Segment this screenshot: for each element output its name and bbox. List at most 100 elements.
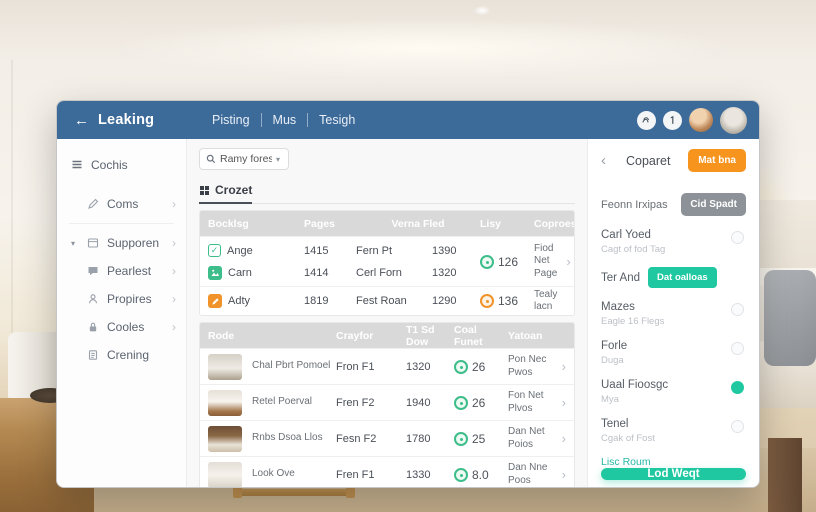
table-row[interactable]: Retel Poerval Fren F2 1940 26 Fon Net Pl… bbox=[200, 384, 574, 420]
badge-value: 136 bbox=[498, 294, 518, 308]
sidebar-item-cochis[interactable]: Cochis bbox=[57, 152, 186, 178]
table-row[interactable]: Rnbs Dsoa Llos Fesn F2 1780 25 Dan Net P… bbox=[200, 420, 574, 456]
room-thumbnail bbox=[208, 354, 242, 380]
gray-pillow bbox=[764, 270, 816, 366]
chevron-right-icon[interactable]: › bbox=[563, 254, 570, 269]
sidebar-item-supporen[interactable]: ▾ Supporen › bbox=[57, 229, 186, 257]
checkbox-checked-icon[interactable]: ✓ bbox=[208, 244, 221, 257]
option-mazes[interactable]: Mazes Eagle 16 Flegs bbox=[601, 301, 746, 327]
row-number: 1414 bbox=[304, 267, 328, 279]
row-action-label: Tealy lacn bbox=[534, 289, 566, 314]
room-category: Fesn F2 bbox=[336, 433, 376, 445]
table-row[interactable]: Chal Pbrt Pomoel Fron F1 1320 26 Pon Nec… bbox=[200, 348, 574, 384]
option-carl-yoed[interactable]: Carl Yoed Cagt of fod Tag bbox=[601, 229, 746, 255]
chevron-right-icon: › bbox=[172, 236, 176, 250]
image-tile-icon[interactable] bbox=[208, 266, 222, 280]
app-title: Leaking bbox=[98, 112, 154, 128]
badge-value: 25 bbox=[472, 432, 485, 446]
tag-badge[interactable]: Dat oalloas bbox=[648, 267, 717, 288]
tab-crozet[interactable]: Crozet bbox=[199, 183, 252, 204]
edit-tile-icon[interactable] bbox=[208, 294, 222, 308]
ceiling-cove-light bbox=[110, 18, 736, 78]
panel-back-icon[interactable]: ‹ bbox=[601, 152, 606, 169]
window-body: Cochis Coms › ▾ Supporen › Pearlest bbox=[57, 139, 759, 487]
column-header: Pages bbox=[304, 218, 356, 230]
secondary-avatar[interactable] bbox=[720, 107, 747, 134]
expand-caret-icon[interactable]: ▾ bbox=[71, 239, 75, 248]
table-row[interactable]: Adty 1819 Fest Roan 1290 136 Tealy lacn bbox=[200, 286, 574, 315]
row-number: 1415 bbox=[304, 245, 328, 257]
nav-item-mus[interactable]: Mus bbox=[262, 113, 309, 127]
action-line: Fiod Net bbox=[534, 243, 553, 267]
grid-icon bbox=[199, 185, 210, 196]
back-arrow-icon[interactable]: ← bbox=[74, 113, 89, 128]
column-header: Verna Fled bbox=[356, 218, 480, 230]
sidebar-item-label: Supporen bbox=[107, 236, 159, 250]
table-row[interactable]: Look Ove Fren F1 1330 8.0 Dan Nne Poos bbox=[200, 456, 574, 488]
table-row[interactable]: ✓ Ange Carn 1415 1414 bbox=[200, 236, 574, 286]
room-name: Look Ove bbox=[252, 468, 295, 481]
radio-button[interactable] bbox=[731, 381, 744, 394]
chevron-right-icon[interactable]: › bbox=[559, 395, 566, 410]
cta-button[interactable]: Lod Weqt bbox=[601, 468, 746, 480]
search-input[interactable] bbox=[220, 153, 272, 165]
column-header: Lisy bbox=[480, 218, 534, 230]
nav-item-pisting[interactable]: Pisting bbox=[201, 113, 262, 127]
panel-link[interactable]: Lisc Roum bbox=[601, 456, 746, 468]
scribble-icon[interactable] bbox=[637, 111, 656, 130]
badge-value: 126 bbox=[498, 255, 518, 269]
action-line: Pon Nec bbox=[508, 354, 546, 365]
radio-button[interactable] bbox=[731, 420, 744, 433]
status-badge: 126 bbox=[480, 255, 534, 269]
room-thumbnail bbox=[208, 462, 242, 488]
secondary-action-button[interactable]: Cid Spadt bbox=[681, 193, 746, 216]
room-category: Fren F1 bbox=[336, 469, 375, 481]
row-action-label: Dan Net Poios bbox=[508, 426, 545, 451]
option-label: Mazes bbox=[601, 301, 722, 313]
room-thumbnail bbox=[208, 390, 242, 416]
option-forle[interactable]: Forle Duga bbox=[601, 340, 746, 366]
sidebar-item-label: Coms bbox=[107, 197, 138, 211]
sidebar-item-crening[interactable]: Crening bbox=[57, 341, 186, 369]
row-room: Fest Roan bbox=[356, 295, 407, 307]
screen: ← Leaking Pisting Mus Tesigh bbox=[0, 0, 816, 512]
nav-item-tesigh[interactable]: Tesigh bbox=[308, 113, 366, 127]
document-icon bbox=[87, 349, 99, 361]
status-badge: 136 bbox=[480, 294, 534, 308]
search-box[interactable]: ▾ bbox=[199, 148, 289, 170]
user-avatar[interactable] bbox=[689, 108, 713, 132]
option-label: Tenel bbox=[601, 418, 722, 430]
option-tenel[interactable]: Tenel Cgak of Fost bbox=[601, 418, 746, 444]
header-left: ← Leaking bbox=[57, 112, 187, 128]
column-header: T1 Sd Dow bbox=[406, 324, 454, 348]
chat-icon bbox=[87, 265, 99, 277]
option-label: Uaal Fioosgc bbox=[601, 379, 722, 391]
sidebar-item-propires[interactable]: Propires › bbox=[57, 285, 186, 313]
clock-badge-icon bbox=[454, 360, 468, 374]
menu-icon bbox=[71, 159, 83, 171]
sidebar-item-coms[interactable]: Coms › bbox=[57, 190, 186, 218]
option-label: Forle bbox=[601, 340, 722, 352]
notification-icon[interactable] bbox=[663, 111, 682, 130]
sidebar-item-cooles[interactable]: Cooles › bbox=[57, 313, 186, 341]
radio-button[interactable] bbox=[731, 342, 744, 355]
sidebar-item-label: Pearlest bbox=[107, 264, 151, 278]
chevron-right-icon[interactable]: › bbox=[559, 467, 566, 482]
option-uaal-fioosgc[interactable]: Uaal Fioosgc Mya bbox=[601, 379, 746, 405]
radio-button[interactable] bbox=[731, 231, 744, 244]
room-name: Rnbs Dsoa Llos bbox=[252, 432, 323, 445]
primary-action-button[interactable]: Mat bna bbox=[688, 149, 746, 172]
action-line: Page bbox=[534, 268, 557, 279]
chevron-right-icon[interactable]: › bbox=[559, 431, 566, 446]
sidebar-item-pearlest[interactable]: Pearlest › bbox=[57, 257, 186, 285]
clock-badge-icon bbox=[480, 255, 494, 269]
chevron-right-icon[interactable]: › bbox=[559, 359, 566, 374]
chevron-right-icon: › bbox=[172, 292, 176, 306]
rooms-table: Rode Crayfor T1 Sd Dow Coal Funet Yatoan… bbox=[199, 322, 575, 488]
row-name: Ange bbox=[227, 245, 253, 257]
sidebar: Cochis Coms › ▾ Supporen › Pearlest bbox=[57, 139, 187, 487]
room-value: 1320 bbox=[406, 361, 430, 373]
room-name: Retel Poerval bbox=[252, 396, 312, 409]
radio-button[interactable] bbox=[731, 303, 744, 316]
column-header: Coal Funet bbox=[454, 324, 508, 348]
